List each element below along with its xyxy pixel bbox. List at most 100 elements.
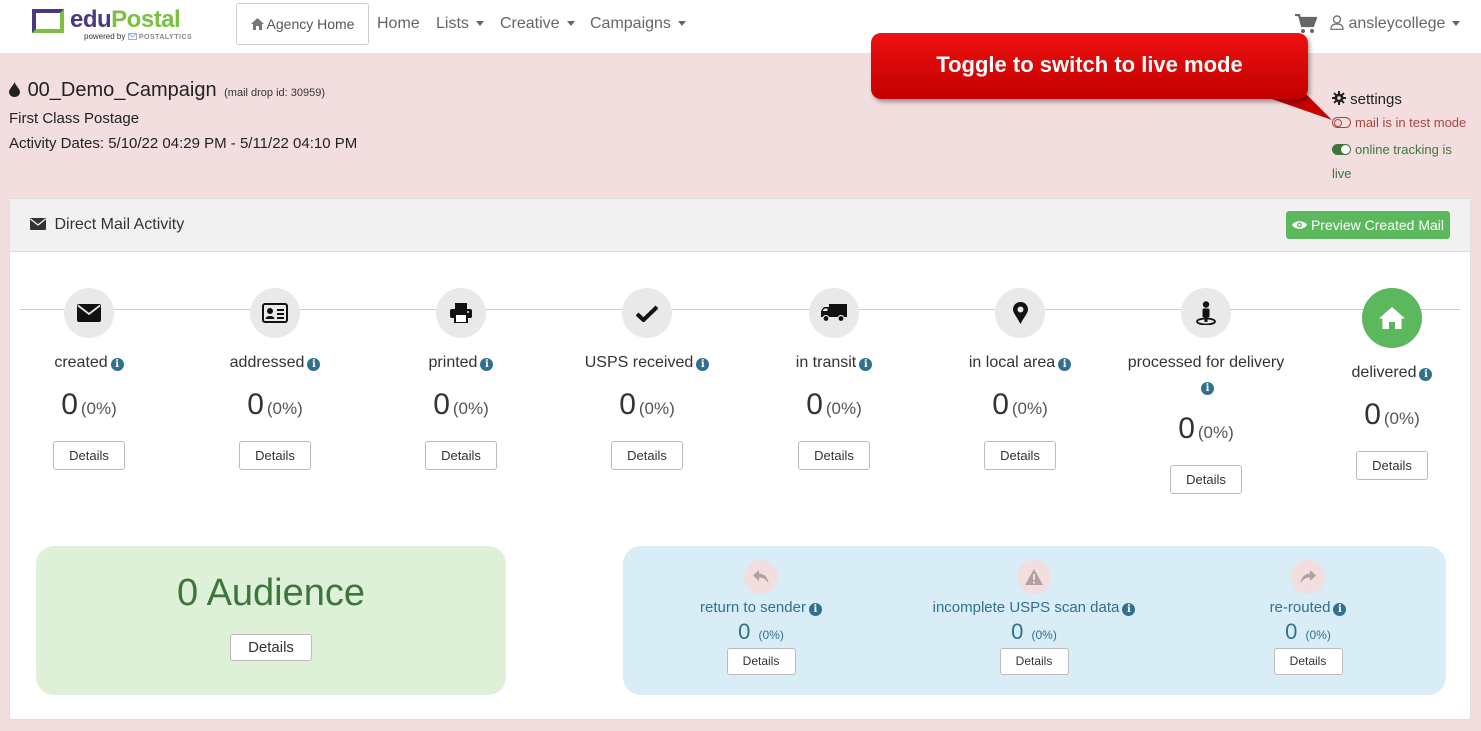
step-count: 0 (0%)	[1364, 398, 1420, 431]
chevron-down-icon	[677, 21, 686, 27]
logo-mark-icon	[32, 9, 64, 33]
audience-count: 0 Audience	[176, 572, 366, 614]
nav-lists[interactable]: Lists	[436, 15, 484, 33]
step-created: created i 0 (0%) Details	[0, 288, 179, 470]
mail-drop-id: (mail drop id: 30959)	[224, 87, 326, 99]
info-icon[interactable]: i	[859, 358, 873, 371]
details-button[interactable]: Details	[53, 441, 125, 470]
audience-details-button[interactable]: Details	[230, 634, 312, 661]
step-label: created i	[0, 351, 179, 375]
exception-return-to-sender: return to sender i 0 (0%) Details	[621, 560, 901, 675]
panel-title: Direct Mail Activity	[30, 216, 184, 234]
step-count: 0 (0%)	[619, 388, 675, 421]
checkmark-icon	[622, 288, 672, 338]
step-in-transit: in transit i 0 (0%) Details	[744, 288, 924, 470]
exception-count: 0 (0%)	[738, 619, 784, 644]
info-icon[interactable]: i	[110, 358, 124, 371]
details-button[interactable]: Details	[999, 648, 1069, 675]
info-icon[interactable]: i	[307, 358, 321, 371]
preview-button-label: Preview Created Mail	[1310, 217, 1445, 233]
step-count: 0 (0%)	[247, 388, 303, 421]
live-mode-callout: Toggle to switch to live mode	[871, 33, 1308, 99]
exceptions-box: return to sender i 0 (0%) Details incompl…	[623, 546, 1446, 695]
details-button[interactable]: Details	[239, 441, 311, 470]
step-count: 0 (0%)	[1178, 412, 1234, 445]
details-button[interactable]: Details	[798, 441, 870, 470]
printer-icon	[436, 288, 486, 338]
tint-icon	[9, 82, 20, 97]
details-button[interactable]: Details	[425, 441, 497, 470]
envelope-icon	[30, 218, 46, 230]
settings-link[interactable]: settings	[1332, 91, 1402, 108]
info-icon[interactable]: i	[1333, 603, 1347, 616]
test-mode-label: mail is in test mode	[1355, 115, 1467, 130]
exception-label: return to sender i	[621, 597, 901, 619]
truck-icon	[809, 288, 859, 338]
exception-incomplete-scan: incomplete USPS scan data i 0 (0%) Detail…	[894, 560, 1174, 675]
nav-creative[interactable]: Creative	[500, 15, 575, 33]
details-button[interactable]: Details	[984, 441, 1056, 470]
info-icon[interactable]: i	[1122, 603, 1136, 616]
settings-label: settings	[1350, 91, 1402, 108]
panel-header: Direct Mail Activity Preview Created Mai…	[10, 199, 1470, 252]
cart-icon[interactable]	[1295, 14, 1317, 34]
step-count: 0 (0%)	[433, 388, 489, 421]
step-count: 0 (0%)	[806, 388, 862, 421]
step-label: printed i	[371, 351, 551, 375]
agency-home-label: Agency Home	[266, 16, 355, 32]
direct-mail-activity-panel: Direct Mail Activity Preview Created Mai…	[9, 198, 1471, 720]
home-icon	[250, 18, 264, 30]
campaign-title: 00_Demo_Campaign (mail drop id: 30959)	[9, 79, 325, 102]
exception-count: 0 (0%)	[1285, 619, 1331, 644]
info-icon[interactable]: i	[480, 358, 494, 371]
details-button[interactable]: Details	[726, 648, 796, 675]
preview-created-mail-button[interactable]: Preview Created Mail	[1286, 211, 1450, 239]
map-marker-icon	[995, 288, 1045, 338]
logo-tagline: powered by POSTALYTICS	[84, 32, 193, 41]
chevron-down-icon	[566, 21, 575, 27]
exception-label: re-routed i	[1168, 597, 1448, 619]
step-count: 0 (0%)	[61, 388, 117, 421]
step-printed: printed i 0 (0%) Details	[371, 288, 551, 470]
panel-title-text: Direct Mail Activity	[54, 216, 185, 233]
step-label: USPS received i	[557, 351, 737, 375]
step-label: processed for delivery i	[1127, 354, 1285, 395]
info-icon[interactable]: i	[1201, 382, 1214, 395]
edupostal-logo[interactable]: eduPostal powered by POSTALYTICS	[32, 6, 202, 46]
step-label: delivered i	[1302, 361, 1481, 385]
user-menu[interactable]: ansleycollege	[1330, 15, 1461, 33]
nav-home[interactable]: Home	[377, 15, 420, 33]
reply-icon	[744, 560, 778, 594]
step-processed-for-delivery: processed for delivery i 0 (0%) Details	[1116, 288, 1296, 494]
details-button[interactable]: Details	[1356, 451, 1428, 480]
agency-home-button[interactable]: Agency Home	[236, 3, 369, 45]
logo-wordmark: eduPostal	[70, 6, 181, 33]
info-icon[interactable]: i	[1058, 358, 1072, 371]
step-count: 0 (0%)	[992, 388, 1048, 421]
audience-box: 0 Audience Details	[36, 546, 506, 695]
tracking-toggle[interactable]: online tracking is live	[1332, 138, 1472, 186]
street-view-icon	[1181, 288, 1231, 338]
info-icon[interactable]: i	[696, 358, 710, 371]
toggle-on-icon	[1332, 144, 1351, 155]
toggle-off-icon	[1332, 117, 1351, 128]
user-name: ansleycollege	[1348, 15, 1446, 32]
nav-campaigns[interactable]: Campaigns	[590, 15, 686, 33]
info-icon[interactable]: i	[808, 603, 822, 616]
step-delivered: delivered i 0 (0%) Details	[1302, 288, 1481, 480]
home-icon	[1362, 288, 1422, 348]
step-usps-received: USPS received i 0 (0%) Details	[557, 288, 737, 470]
step-label: in transit i	[744, 351, 924, 375]
details-button[interactable]: Details	[1170, 465, 1242, 494]
gear-icon	[1332, 91, 1346, 105]
test-mode-toggle[interactable]: mail is in test mode	[1332, 115, 1466, 130]
details-button[interactable]: Details	[611, 441, 683, 470]
address-card-icon	[250, 288, 300, 338]
exception-re-routed: re-routed i 0 (0%) Details	[1168, 560, 1448, 675]
campaign-name: 00_Demo_Campaign	[27, 79, 217, 101]
exception-label: incomplete USPS scan data i	[894, 597, 1174, 619]
warning-icon	[1017, 560, 1051, 594]
details-button[interactable]: Details	[1273, 648, 1343, 675]
info-icon[interactable]: i	[1419, 368, 1433, 381]
campaign-postage: First Class Postage	[9, 110, 140, 127]
